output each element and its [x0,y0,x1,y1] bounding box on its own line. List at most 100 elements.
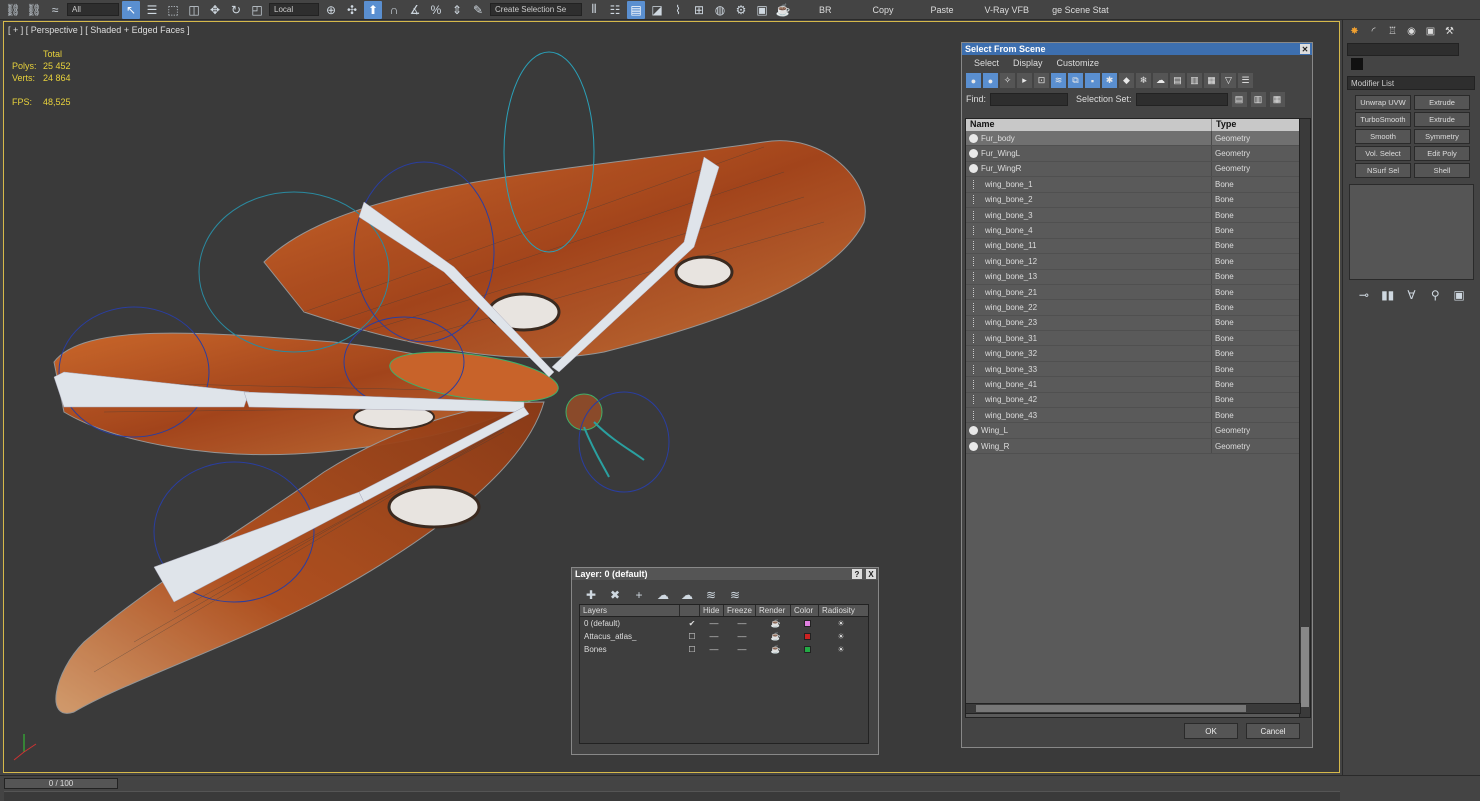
move-icon[interactable]: ✥ [206,1,224,19]
vertical-scrollbar[interactable] [1299,119,1310,717]
keyboard-shortcut-icon[interactable]: ⬆ [364,0,382,19]
layer-name[interactable]: Bones [580,645,680,654]
delete-layer-icon[interactable]: ✖ [606,586,624,604]
object-name-input[interactable] [1347,43,1459,56]
list-item[interactable]: wing_bone_31 Bone [966,331,1310,347]
list-item[interactable]: Fur_WingL Geometry [966,146,1310,162]
containers-filter-icon[interactable]: ◆ [1119,73,1134,88]
modifier-stack[interactable] [1349,184,1474,280]
column-name[interactable]: Name [966,119,1212,131]
list-item[interactable]: wing_bone_12 Bone [966,254,1310,270]
time-slider[interactable]: 0 / 100 [4,778,118,789]
helpers-filter-icon[interactable]: ⊡ [1034,73,1049,88]
modifier-button[interactable]: Edit Poly [1414,146,1470,161]
list-item[interactable]: wing_bone_23 Bone [966,315,1310,332]
layer-color-swatch[interactable] [791,633,819,640]
material-editor-icon[interactable]: ◍ [711,1,729,19]
scene-object-list[interactable]: Name Type Fur_body Geometry Fur_WingL Geome… [965,118,1311,718]
render-setup-icon[interactable]: ⚙ [732,1,750,19]
create-set-icon[interactable]: ▤ [1231,91,1247,107]
scroll-thumb-h[interactable] [976,705,1246,712]
hierarchy-tab-icon[interactable]: ♖ [1385,24,1400,39]
list-item[interactable]: wing_bone_22 Bone [966,300,1310,316]
col-color[interactable]: Color [791,605,819,616]
link-icon[interactable]: ⛓ [4,1,22,19]
list-item[interactable]: wing_bone_13 Bone [966,269,1310,285]
scene-stats-button[interactable]: ge Scene Stat [1042,5,1119,15]
list-item[interactable]: wing_bone_21 Bone [966,284,1310,301]
list-item[interactable]: wing_bone_33 Bone [966,361,1310,378]
object-color-swatch[interactable] [1351,58,1363,70]
color-swatch[interactable] [803,633,811,640]
close-button[interactable]: X [866,569,876,579]
find-input[interactable] [990,92,1069,106]
scroll-thumb[interactable] [1301,627,1309,707]
hidden-filter-icon[interactable]: ☁ [1153,73,1168,88]
column-type[interactable]: Type [1212,119,1310,131]
pin-stack-icon[interactable]: ⊸ [1357,286,1371,304]
groups-filter-icon[interactable]: ⧉ [1068,73,1083,88]
cameras-filter-icon[interactable]: ▸ [1017,73,1032,88]
list-item[interactable]: wing_bone_32 Bone [966,346,1310,362]
graphite-icon[interactable]: ◪ [648,1,666,19]
modifier-button[interactable]: Unwrap UVW [1355,95,1411,110]
edit-named-sets-icon[interactable]: ✎ [469,1,487,19]
layer-dialog-title-bar[interactable]: Layer: 0 (default) ? X [572,568,878,580]
schematic-icon[interactable]: ⊞ [690,1,708,19]
list-item[interactable]: Fur_WingR Geometry [966,161,1310,178]
align-icon[interactable]: ☷ [606,1,624,19]
modifier-button[interactable]: TurboSmooth [1355,112,1411,127]
geometry-filter-icon[interactable]: ● [966,73,981,88]
color-swatch[interactable] [803,646,811,653]
frozen-filter-icon[interactable]: ❄ [1136,73,1151,88]
remove-from-set-icon[interactable]: ▦ [1269,91,1285,107]
layer-row[interactable]: Attacus_atlas_ ☐ ‒‒ ‒‒ ☕ ☀ [580,630,868,643]
radiosity-icon[interactable]: ☀ [819,632,859,641]
dialog-title-bar[interactable]: Select From Scene ✕ [962,43,1312,55]
unlink-icon[interactable]: ⛓ [25,1,43,19]
display-none-icon[interactable]: ▥ [1187,73,1202,88]
modify-tab-icon[interactable]: ◜ [1366,24,1381,39]
hide-toggle[interactable]: ‒‒ [700,632,724,641]
invert-icon[interactable]: ▦ [1204,73,1219,88]
spacewarps-filter-icon[interactable]: ≋ [1051,73,1066,88]
layer-table[interactable]: Layers Hide Freeze Render Color Radiosit… [579,604,869,744]
add-to-set-icon[interactable]: ▥ [1250,91,1266,107]
freeze-all-icon[interactable]: ≋ [726,586,744,604]
region-select-icon[interactable]: ⬚ [164,1,182,19]
menu-display[interactable]: Display [1013,58,1043,68]
remove-modifier-icon[interactable]: ⚲ [1428,286,1442,304]
layer-name[interactable]: 0 (default) [580,619,680,628]
list-item[interactable]: wing_bone_3 Bone [966,207,1310,224]
selection-set-dropdown[interactable] [1135,92,1228,106]
list-item[interactable]: wing_bone_1 Bone [966,177,1310,193]
close-icon[interactable]: ✕ [1300,44,1310,54]
hide-all-icon[interactable]: ≋ [702,586,720,604]
create-tab-icon[interactable]: ✸ [1347,24,1362,39]
copy-button[interactable]: Copy [863,5,904,15]
list-item[interactable]: Wing_L Geometry [966,423,1310,439]
filter-options-icon[interactable]: ☰ [1238,73,1253,88]
filter-icon[interactable]: ▽ [1221,73,1236,88]
help-button[interactable]: ? [852,569,862,579]
list-item[interactable]: wing_bone_11 Bone [966,238,1310,255]
render-icon[interactable]: ☕ [756,632,791,641]
list-item[interactable]: wing_bone_41 Bone [966,377,1310,393]
menu-select[interactable]: Select [974,58,999,68]
make-unique-icon[interactable]: ∀ [1405,286,1419,304]
angle-snap-icon[interactable]: ∡ [406,1,424,19]
modifier-button[interactable]: Vol. Select [1355,146,1411,161]
highlight-layer-icon[interactable]: ☁ [678,586,696,604]
render-icon[interactable]: ☕ [774,1,792,19]
col-radiosity[interactable]: Radiosity [819,605,859,616]
set-current-checkbox[interactable]: ☐ [680,632,700,641]
paste-button[interactable]: Paste [921,5,964,15]
list-item[interactable]: wing_bone_2 Bone [966,192,1310,208]
select-layer-icon[interactable]: ☁ [654,586,672,604]
br-button[interactable]: BR [809,5,842,15]
modifier-button[interactable]: Smooth [1355,129,1411,144]
motion-tab-icon[interactable]: ◉ [1404,24,1419,39]
snap-icon[interactable]: ∩ [385,1,403,19]
shapes-filter-icon[interactable]: ● [983,73,998,88]
add-to-layer-icon[interactable]: + [630,586,648,604]
